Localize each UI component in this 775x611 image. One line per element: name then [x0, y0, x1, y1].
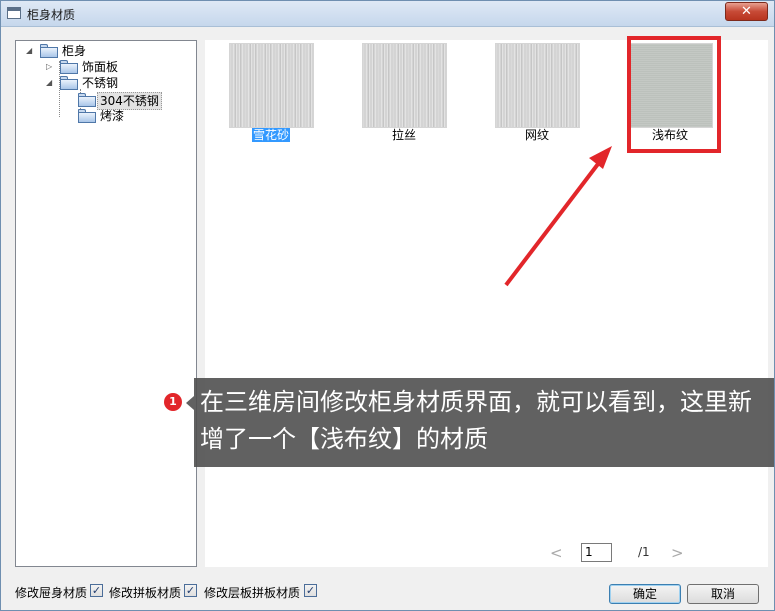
annotation-callout: 在三维房间修改柜身材质界面，就可以看到，这里新增了一个【浅布纹】的材质 [194, 378, 774, 467]
callout-pointer [186, 396, 194, 410]
annotation-text: 在三维房间修改柜身材质界面，就可以看到，这里新增了一个【浅布纹】的材质 [200, 388, 752, 453]
step-badge: 1 [164, 393, 182, 411]
annotation-arrow [504, 146, 612, 287]
